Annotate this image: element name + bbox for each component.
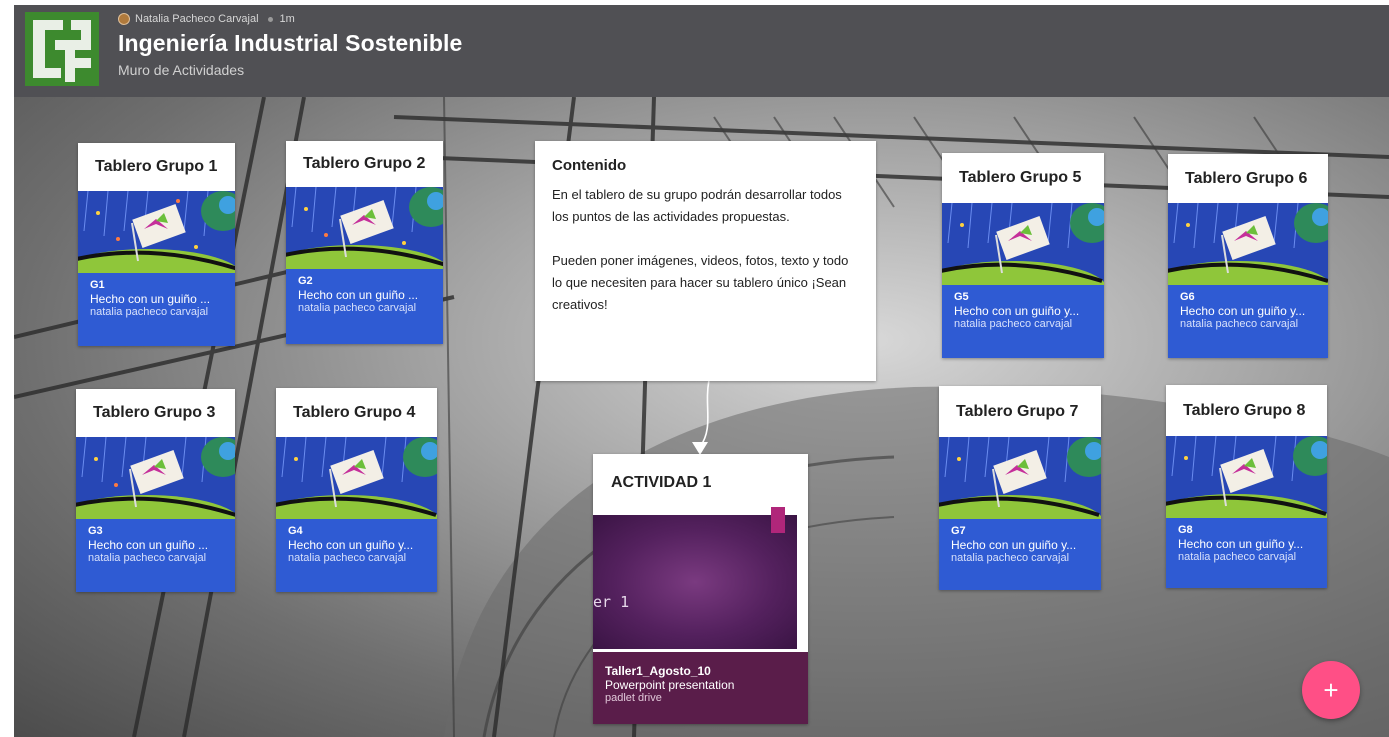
actividad-1-card[interactable]: ACTIVIDAD 1 er 1 Taller1_Agosto_10 Power… bbox=[593, 454, 808, 724]
card-thumbnail bbox=[78, 191, 235, 273]
file-source: padlet drive bbox=[605, 692, 662, 704]
card-code: G5 bbox=[954, 291, 969, 303]
card-heading: Tablero Grupo 6 bbox=[1168, 154, 1328, 203]
note-paragraph-2: Pueden poner imágenes, videos, fotos, te… bbox=[552, 253, 849, 312]
group-card-6[interactable]: Tablero Grupo 6 G6 Hecho con un guiño y.… bbox=[1168, 154, 1328, 358]
card-thumbnail bbox=[76, 437, 235, 519]
card-thumbnail bbox=[942, 203, 1104, 285]
wall-canvas[interactable]: Tablero Grupo 1 G1 Hecho con un guiño ..… bbox=[14, 97, 1389, 737]
card-thumbnail bbox=[939, 437, 1101, 519]
page-subtitle: Muro de Actividades bbox=[118, 62, 245, 78]
card-description: Hecho con un guiño y... bbox=[288, 538, 414, 552]
group-card-1[interactable]: Tablero Grupo 1 G1 Hecho con un guiño ..… bbox=[78, 143, 235, 346]
card-code: G2 bbox=[298, 275, 313, 287]
card-owner: natalia pacheco carvajal bbox=[88, 552, 207, 564]
group-card-2[interactable]: Tablero Grupo 2 G2 Hecho con un guiño ..… bbox=[286, 141, 443, 344]
card-code: G3 bbox=[88, 525, 103, 537]
post-time: 1m bbox=[279, 13, 295, 25]
card-heading: Tablero Grupo 7 bbox=[939, 386, 1101, 437]
card-owner: natalia pacheco carvajal bbox=[298, 302, 417, 314]
slide-accent bbox=[771, 507, 785, 533]
file-type: Powerpoint presentation bbox=[605, 678, 735, 692]
card-description: Hecho con un guiño y... bbox=[951, 538, 1077, 552]
note-paragraph-1: En el tablero de su grupo podrán desarro… bbox=[552, 187, 842, 224]
card-description: Hecho con un guiño ... bbox=[298, 288, 419, 302]
add-post-button[interactable]: + bbox=[1302, 661, 1360, 719]
card-code: G7 bbox=[951, 525, 966, 537]
card-description: Hecho con un guiño y... bbox=[954, 304, 1080, 318]
card-thumbnail bbox=[1168, 203, 1328, 285]
card-description: Hecho con un guiño y... bbox=[1180, 304, 1306, 318]
contenido-note[interactable]: Contenido En el tablero de su grupo podr… bbox=[535, 141, 876, 381]
slide-thumbnail: er 1 bbox=[593, 507, 797, 649]
group-card-3[interactable]: Tablero Grupo 3 G3 Hecho con un guiño ..… bbox=[76, 389, 235, 592]
separator-dot bbox=[267, 16, 273, 22]
card-description: Hecho con un guiño y... bbox=[1178, 537, 1304, 551]
card-heading: Tablero Grupo 3 bbox=[76, 389, 235, 437]
card-heading: Tablero Grupo 2 bbox=[286, 141, 443, 187]
author-line: Natalia Pacheco Carvajal 1m bbox=[118, 12, 295, 26]
file-name: Taller1_Agosto_10 bbox=[605, 664, 711, 678]
group-card-8[interactable]: Tablero Grupo 8 G8 Hecho con un guiño y.… bbox=[1166, 385, 1327, 588]
card-code: G8 bbox=[1178, 524, 1193, 536]
card-code: G4 bbox=[288, 525, 303, 537]
slide-text: er 1 bbox=[593, 593, 630, 611]
card-heading: Tablero Grupo 4 bbox=[276, 388, 437, 437]
group-card-4[interactable]: Tablero Grupo 4 G4 Hecho con un guiño y.… bbox=[276, 388, 437, 592]
author-avatar[interactable] bbox=[118, 13, 130, 25]
card-owner: natalia pacheco carvajal bbox=[1180, 318, 1299, 330]
group-card-5[interactable]: Tablero Grupo 5 G5 Hecho con un guiño y.… bbox=[942, 153, 1104, 358]
header-bar: Natalia Pacheco Carvajal 1m Ingeniería I… bbox=[14, 5, 1389, 97]
padlet-window: Natalia Pacheco Carvajal 1m Ingeniería I… bbox=[14, 5, 1389, 737]
note-title: Contenido bbox=[552, 157, 627, 174]
group-card-7[interactable]: Tablero Grupo 7 G7 Hecho con un guiño y.… bbox=[939, 386, 1101, 590]
card-owner: natalia pacheco carvajal bbox=[90, 306, 209, 318]
card-thumbnail bbox=[276, 437, 437, 519]
card-owner: natalia pacheco carvajal bbox=[1178, 551, 1297, 563]
card-heading: Tablero Grupo 8 bbox=[1166, 385, 1327, 436]
card-code: G1 bbox=[90, 279, 105, 291]
card-description: Hecho con un guiño ... bbox=[88, 538, 209, 552]
presentation-preview[interactable]: er 1 bbox=[593, 507, 808, 652]
card-heading: Tablero Grupo 5 bbox=[942, 153, 1104, 203]
card-thumbnail bbox=[286, 187, 443, 269]
author-name: Natalia Pacheco Carvajal bbox=[135, 13, 259, 25]
wall-logo-icon bbox=[25, 12, 99, 86]
card-owner: natalia pacheco carvajal bbox=[954, 318, 1073, 330]
page-title: Ingeniería Industrial Sostenible bbox=[118, 30, 463, 56]
card-code: G6 bbox=[1180, 291, 1195, 303]
card-heading: ACTIVIDAD 1 bbox=[593, 454, 808, 512]
card-thumbnail bbox=[1166, 436, 1327, 518]
card-heading: Tablero Grupo 1 bbox=[78, 143, 235, 191]
card-owner: natalia pacheco carvajal bbox=[951, 552, 1070, 564]
card-owner: natalia pacheco carvajal bbox=[288, 552, 407, 564]
card-description: Hecho con un guiño ... bbox=[90, 292, 211, 306]
